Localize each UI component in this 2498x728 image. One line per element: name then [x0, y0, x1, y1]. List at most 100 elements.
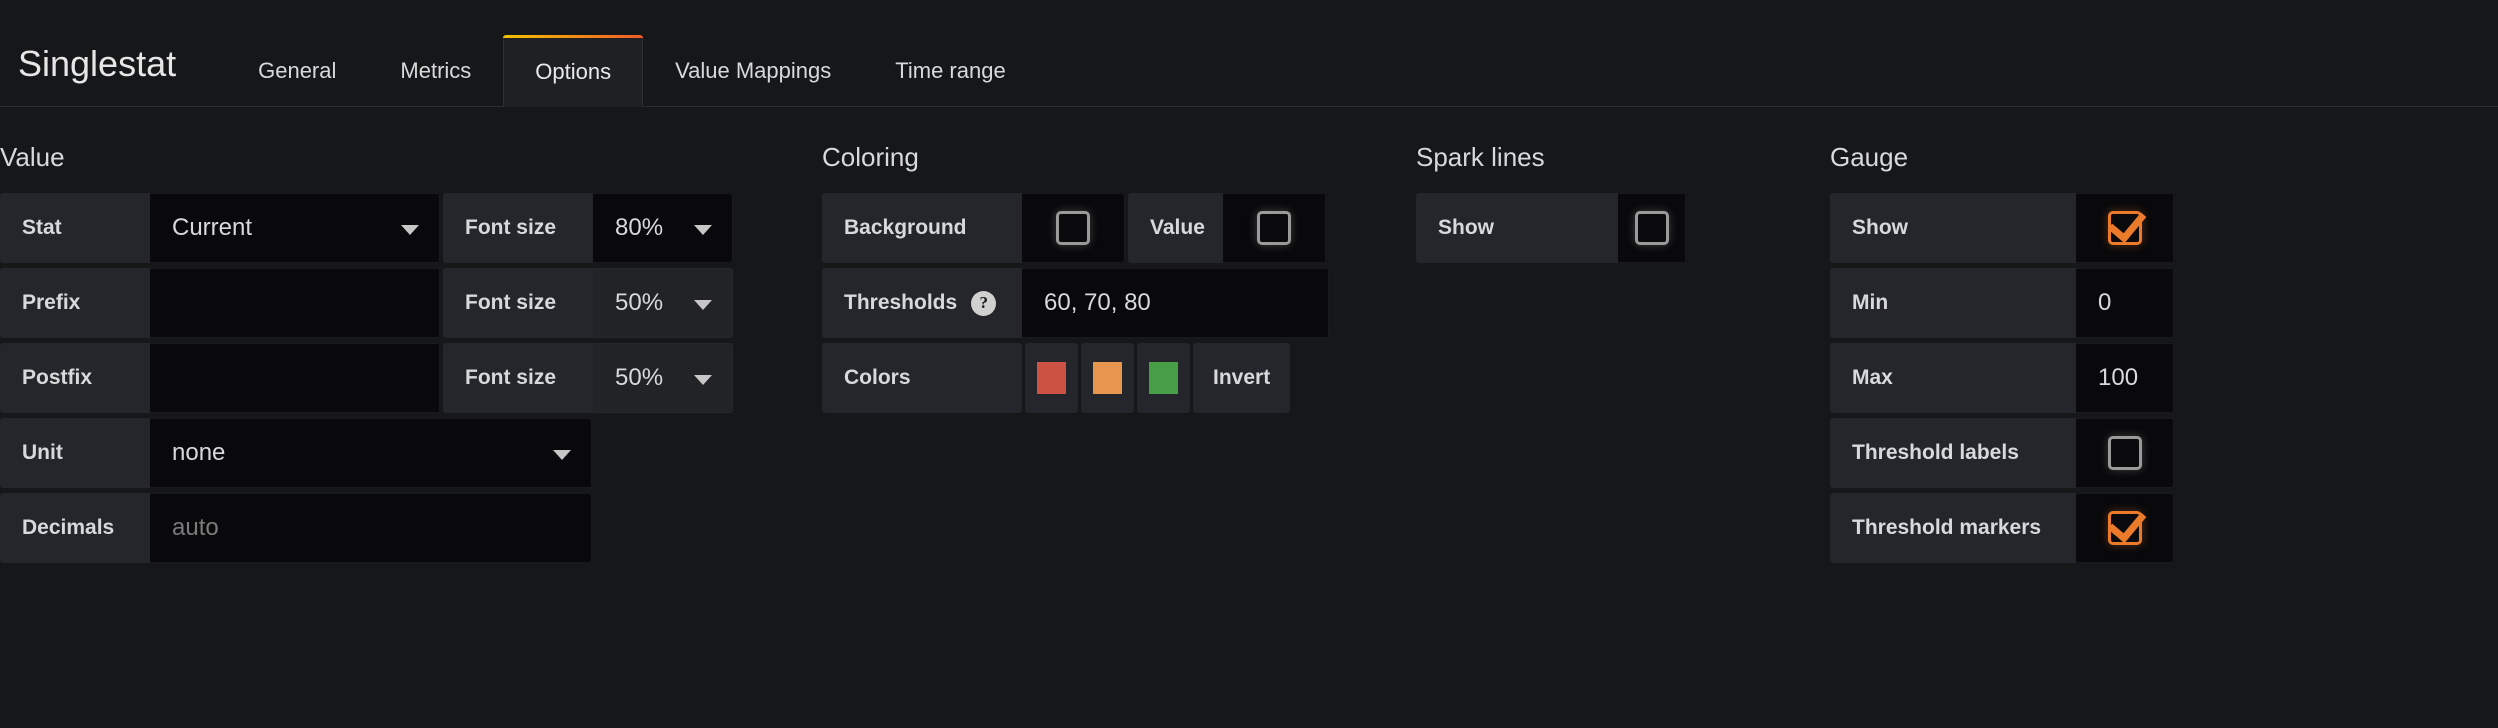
postfix-font-size-label: Font size [443, 343, 593, 413]
background-checkbox-cell[interactable] [1022, 193, 1125, 263]
row-threshold-markers: Threshold markers [1830, 493, 2250, 563]
postfix-font-size-value: 50% [615, 364, 664, 391]
gauge-max-input[interactable]: 100 [2076, 343, 2174, 413]
row-unit: Unit none [0, 418, 822, 488]
stat-control: Stat Current [0, 193, 440, 263]
color-swatch-cell-1[interactable] [1025, 343, 1078, 413]
section-spark-lines: Spark lines Show [1416, 144, 1830, 268]
stat-value: Current [172, 214, 253, 241]
color-swatch-red[interactable] [1037, 362, 1066, 394]
background-coloring-control: Background [822, 193, 1125, 263]
value-coloring-control: Value [1128, 193, 1326, 263]
color-swatch-cell-3[interactable] [1137, 343, 1190, 413]
gauge-min-value: 0 [2098, 289, 2112, 316]
prefix-font-size-label: Font size [443, 268, 593, 338]
tab-value-mappings[interactable]: Value Mappings [643, 34, 863, 106]
gauge-max-label: Max [1830, 343, 2076, 413]
chevron-down-icon [694, 300, 712, 310]
row-thresholds: Thresholds ? 60, 70, 80 [822, 268, 1416, 338]
row-gauge-max: Max 100 [1830, 343, 2250, 413]
postfix-input[interactable] [150, 343, 440, 413]
stat-label: Stat [0, 193, 150, 263]
threshold-markers-checkbox[interactable] [2107, 511, 2142, 545]
row-gauge-show: Show [1830, 193, 2250, 263]
prefix-input[interactable] [150, 268, 440, 338]
color-swatch-cell-2[interactable] [1081, 343, 1134, 413]
threshold-labels-checkbox-cell[interactable] [2076, 418, 2174, 488]
unit-control: Unit none [0, 418, 592, 488]
thresholds-label-text: Thresholds [844, 291, 958, 314]
row-stat: Stat Current Font size 80% [0, 193, 822, 263]
postfix-font-size-select[interactable]: 50% [593, 343, 733, 413]
value-section-title: Value [0, 142, 65, 172]
unit-value: none [172, 439, 226, 466]
tab-list: General Metrics Options Value Mappings T… [226, 0, 1038, 107]
unit-select[interactable]: none [150, 418, 592, 488]
decimals-label: Decimals [0, 493, 150, 563]
prefix-label: Prefix [0, 268, 150, 338]
thresholds-control: Thresholds ? 60, 70, 80 [822, 268, 1329, 338]
thresholds-label: Thresholds ? [822, 268, 1022, 338]
chevron-down-icon [553, 450, 571, 460]
gauge-show-label: Show [1830, 193, 2076, 263]
stat-select[interactable]: Current [150, 193, 440, 263]
thresholds-input[interactable]: 60, 70, 80 [1022, 268, 1329, 338]
row-postfix: Postfix Font size 50% [0, 343, 822, 413]
postfix-label: Postfix [0, 343, 150, 413]
threshold-markers-control: Threshold markers [1830, 493, 2174, 563]
stat-font-size-value: 80% [615, 214, 664, 241]
panel-editor-tabbar: Singlestat General Metrics Options Value… [0, 0, 2498, 107]
row-gauge-min: Min 0 [1830, 268, 2250, 338]
decimals-placeholder: auto [172, 514, 219, 541]
unit-label: Unit [0, 418, 150, 488]
decimals-input[interactable]: auto [150, 493, 592, 563]
section-gauge: Gauge Show Min 0 Max 100 Threshold label… [1830, 144, 2250, 568]
prefix-font-size-control: Font size 50% [443, 268, 733, 338]
page-title: Singlestat [18, 43, 177, 84]
row-decimals: Decimals auto [0, 493, 822, 563]
gauge-min-input[interactable]: 0 [2076, 268, 2174, 338]
value-checkbox-cell[interactable] [1223, 193, 1326, 263]
prefix-font-size-select[interactable]: 50% [593, 268, 733, 338]
section-value: Value Stat Current Font size 80% Prefix … [0, 144, 822, 568]
thresholds-value: 60, 70, 80 [1044, 289, 1151, 316]
gauge-section-title: Gauge [1830, 142, 1909, 172]
gauge-max-control: Max 100 [1830, 343, 2174, 413]
value-coloring-label: Value [1128, 193, 1223, 263]
tab-time-range[interactable]: Time range [863, 34, 1037, 106]
gauge-show-checkbox-cell[interactable] [2076, 193, 2174, 263]
prefix-font-size-value: 50% [615, 289, 664, 316]
sparkline-show-label: Show [1416, 193, 1618, 263]
postfix-control: Postfix [0, 343, 440, 413]
row-threshold-labels: Threshold labels [1830, 418, 2250, 488]
background-checkbox[interactable] [1056, 211, 1090, 245]
threshold-labels-checkbox[interactable] [2107, 436, 2142, 470]
row-colors: Colors Invert [822, 343, 1416, 413]
invert-button[interactable]: Invert [1193, 343, 1291, 413]
stat-font-size-select[interactable]: 80% [593, 193, 733, 263]
threshold-markers-checkbox-cell[interactable] [2076, 493, 2174, 563]
tab-options[interactable]: Options [503, 35, 644, 107]
row-prefix: Prefix Font size 50% [0, 268, 822, 338]
postfix-font-size-control: Font size 50% [443, 343, 733, 413]
help-icon[interactable]: ? [971, 290, 997, 316]
chevron-down-icon [401, 225, 419, 235]
threshold-labels-label: Threshold labels [1830, 418, 2076, 488]
gauge-show-checkbox[interactable] [2107, 211, 2142, 245]
background-label: Background [822, 193, 1022, 263]
decimals-control: Decimals auto [0, 493, 592, 563]
tab-general[interactable]: General [226, 34, 368, 106]
color-swatch-green[interactable] [1149, 362, 1178, 394]
color-swatch-orange[interactable] [1093, 362, 1122, 394]
row-sparkline-show: Show [1416, 193, 1830, 263]
row-coloring-toggles: Background Value [822, 193, 1416, 263]
singlestat-options-panel: Singlestat General Metrics Options Value… [0, 0, 2498, 728]
gauge-min-control: Min 0 [1830, 268, 2174, 338]
stat-font-size-label: Font size [443, 193, 593, 263]
value-checkbox[interactable] [1257, 211, 1291, 245]
tab-metrics[interactable]: Metrics [368, 34, 503, 106]
threshold-markers-label: Threshold markers [1830, 493, 2076, 563]
sparkline-show-checkbox-cell[interactable] [1618, 193, 1686, 263]
section-coloring: Coloring Background Value Thresholds ? 6… [822, 144, 1416, 418]
sparkline-show-checkbox[interactable] [1634, 211, 1669, 245]
